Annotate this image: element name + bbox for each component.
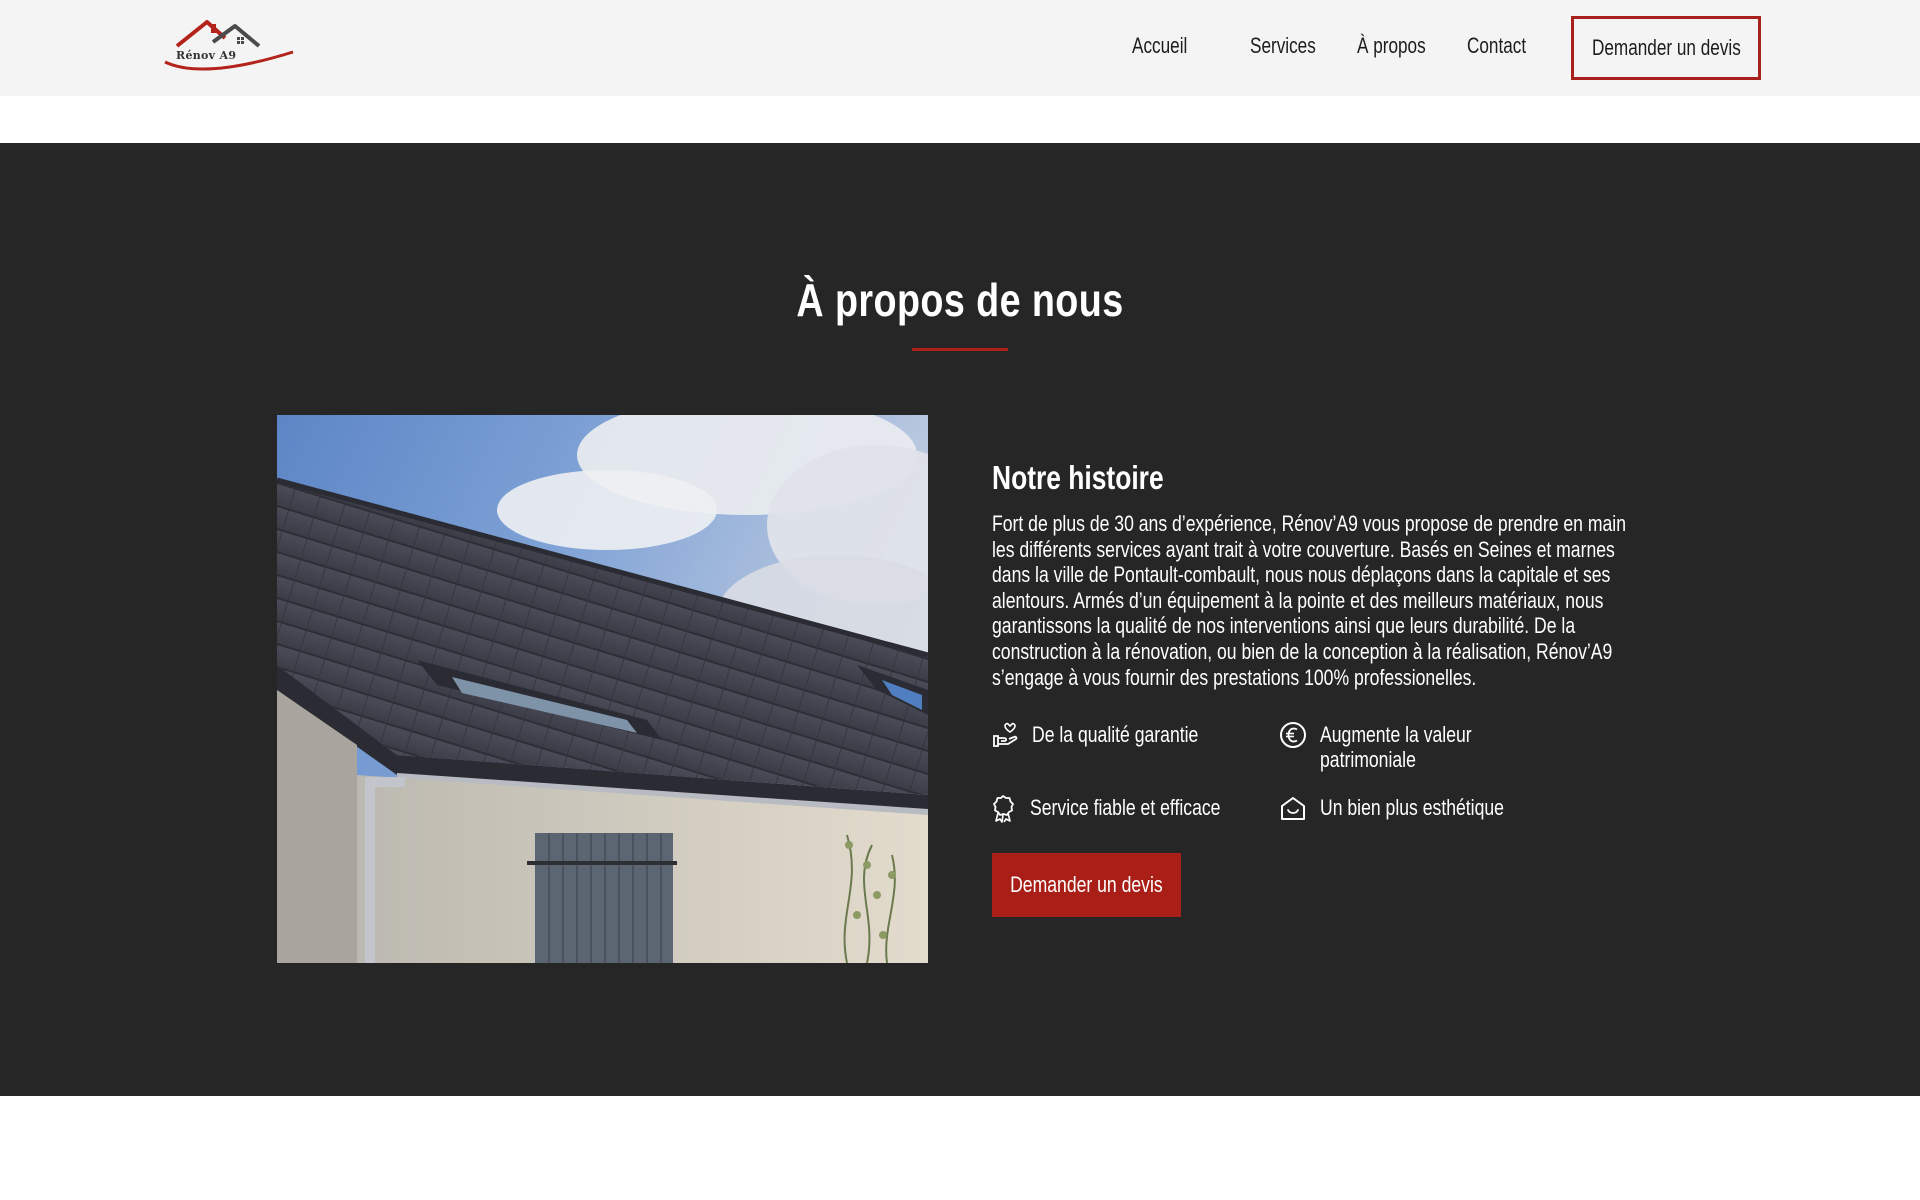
nav-link-contact[interactable]: Contact: [1467, 33, 1526, 59]
about-quote-button-label: Demander un devis: [1010, 872, 1163, 897]
feature-value: Augmente la valeur patrimoniale: [1278, 720, 1530, 772]
hand-heart-icon: [993, 722, 1018, 747]
feature-aesthetic: Un bien plus esthétique: [1278, 793, 1580, 823]
house-smile-icon: [1281, 797, 1305, 820]
feature-label: Un bien plus esthétique: [1320, 795, 1504, 820]
story-title: Notre histoire: [992, 459, 1164, 496]
about-section: À propos de nous Notre histoire Fort de …: [0, 143, 1920, 1096]
header-quote-button[interactable]: Demander un devis: [1571, 16, 1761, 80]
house-roof-photo: [277, 415, 928, 963]
feature-service: Service fiable et efficace: [988, 793, 1290, 823]
site-header: Rénov A9 Accueil Services À propos Conta…: [0, 0, 1920, 96]
nav-link-accueil[interactable]: Accueil: [1132, 33, 1187, 59]
header-quote-button-label: Demander un devis: [1591, 35, 1741, 60]
feature-label: Service fiable et efficace: [1030, 795, 1221, 820]
about-quote-button[interactable]: Demander un devis: [992, 853, 1181, 917]
feature-quality: De la qualité garantie: [990, 720, 1292, 750]
title-underline: [912, 348, 1008, 351]
story-paragraph: Fort de plus de 30 ans d’expérience, Rén…: [992, 511, 1626, 690]
nav-link-services[interactable]: Services: [1250, 33, 1316, 59]
nav-link-apropos[interactable]: À propos: [1357, 33, 1426, 59]
euro-circle-icon: [1280, 722, 1306, 748]
feature-label: Augmente la valeur patrimoniale: [1320, 722, 1472, 772]
feature-label: De la qualité garantie: [1032, 722, 1199, 747]
award-ribbon-icon: [993, 795, 1014, 823]
section-title: À propos de nous: [796, 274, 1124, 326]
